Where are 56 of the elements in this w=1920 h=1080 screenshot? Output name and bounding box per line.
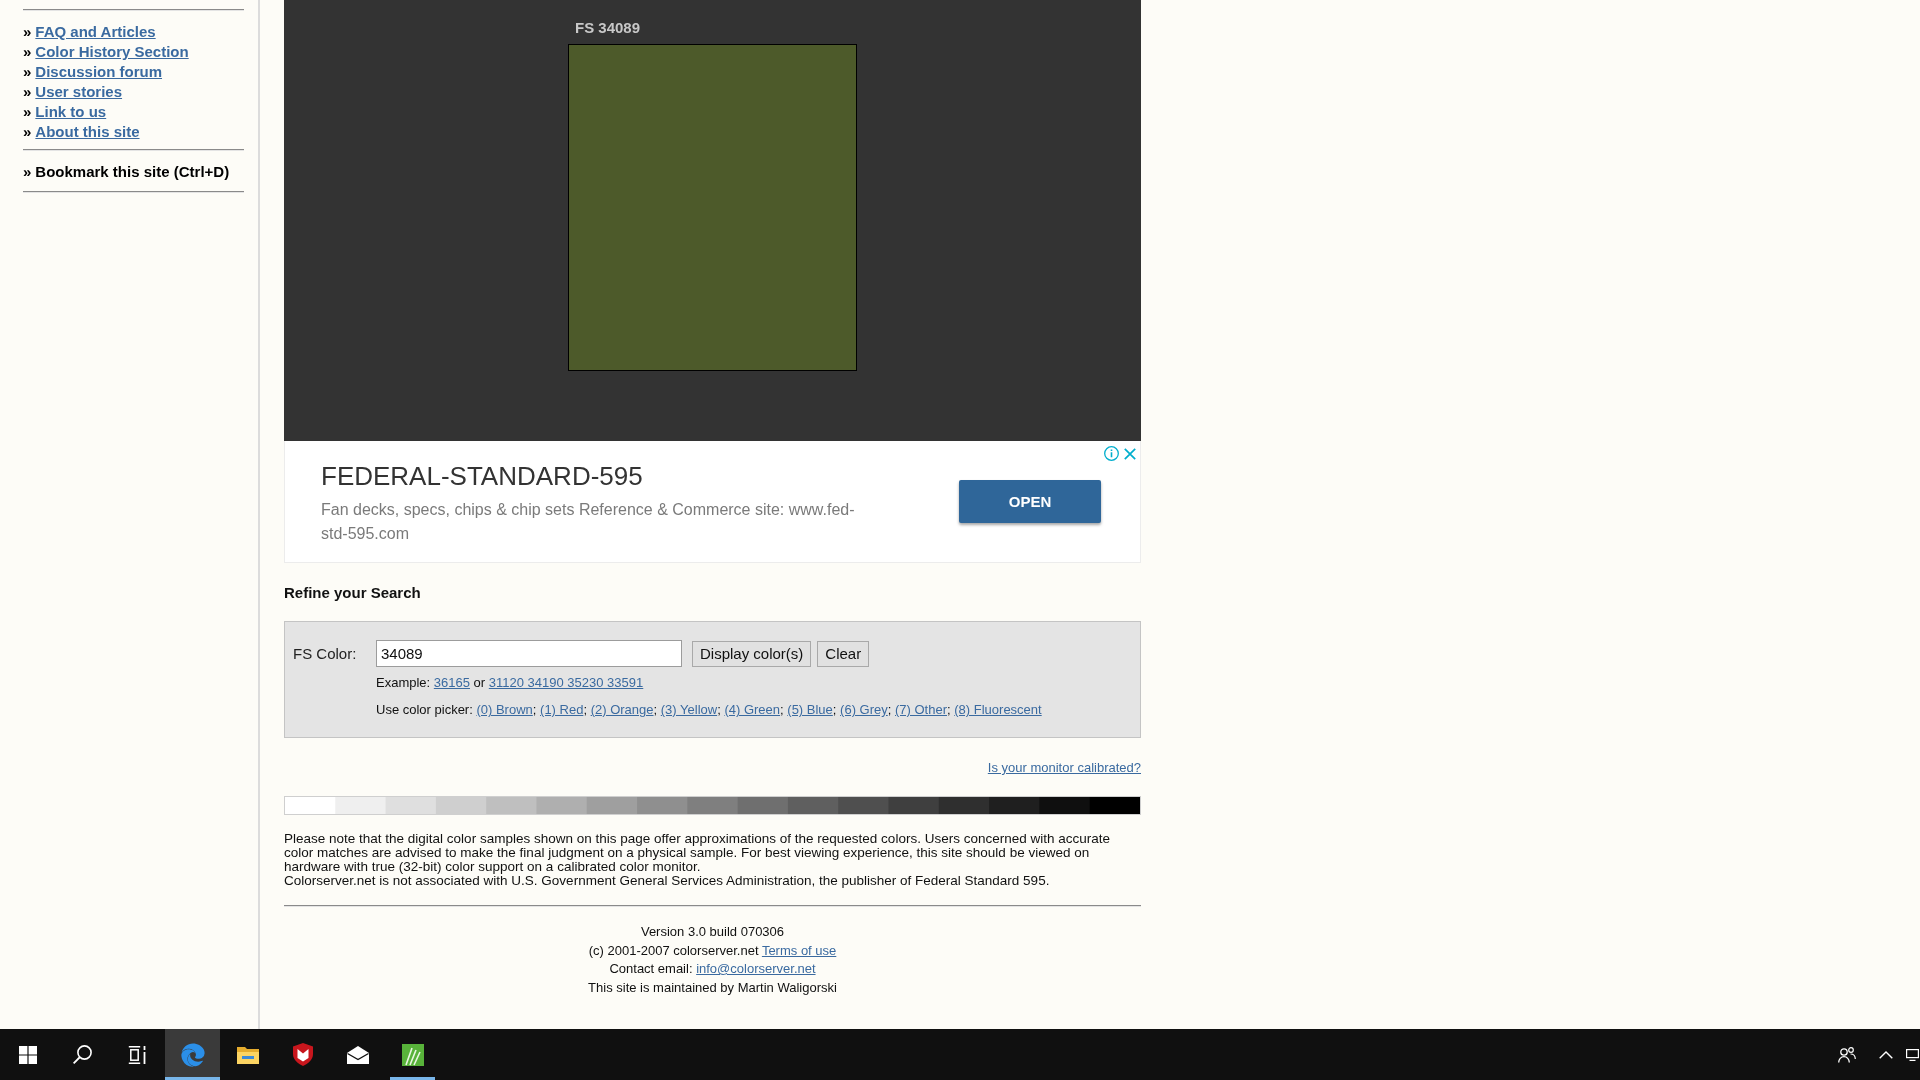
color-group-link[interactable]: (2) Orange	[590, 702, 654, 717]
calibration-link[interactable]: Is your monitor calibrated?	[987, 760, 1141, 776]
color-code-label: FS 34089	[574, 19, 641, 37]
terms-link[interactable]: Terms of use	[761, 942, 837, 958]
task-view-icon	[127, 1045, 148, 1064]
disclaimer-text: Please note that the digital color samples shown on this page offer approximations of the requested colors. Users concerned with accurate color matches are advised to make the final judgment on a physical sample. For best viewing experience, this site should be viewed on hardware with true (32-bit) color support on a calibrated color monitor.	[284, 832, 1111, 874]
copyright-line: (c) 2001-2007 colorserver.net Terms of use	[588, 942, 837, 958]
list-marker: »	[23, 122, 32, 142]
info-icon[interactable]	[1104, 446, 1119, 461]
email-link[interactable]: info@colorserver.net	[696, 961, 816, 976]
ad-description: Fan decks, specs, chips & chip sets Reference & Commerce site: www.fed-std-595.com	[321, 500, 856, 544]
color-group-link[interactable]: (6) Grey	[840, 702, 888, 717]
color-group-link[interactable]: (7) Other	[895, 702, 947, 717]
field-label: FS Color:	[293, 644, 358, 663]
sidebar-link[interactable]: Discussion forum	[35, 62, 163, 82]
sidebar-link[interactable]: About this site	[35, 122, 140, 142]
folder-icon	[236, 1045, 259, 1064]
color-picker-line: Use color picker: (0) Brown; (1) Red; (2) Orange; (3) Yellow; (4) Green; (5) Blue; (6) Grey; (7) Other; (8) Fluorescent	[376, 702, 1043, 718]
list-marker: »	[23, 102, 32, 122]
people-icon	[1838, 1046, 1856, 1063]
sidebar-link[interactable]: FAQ and Articles	[35, 22, 156, 42]
version-text: Version 3.0 build 070306	[640, 924, 785, 939]
list-marker: »	[23, 82, 32, 102]
sidebar-link[interactable]: Color History Section	[35, 42, 189, 62]
list-marker: »	[23, 42, 32, 62]
color-group-link[interactable]: (5) Blue	[787, 702, 833, 717]
maintainer-text: This site is maintained by Martin Waligorski	[588, 979, 837, 995]
color-group-link[interactable]: (8) Fluorescent	[954, 702, 1042, 717]
open-button[interactable]: OPEN	[959, 480, 1101, 523]
envelope-icon	[346, 1045, 369, 1064]
ad-title: FEDERAL-STANDARD-595	[321, 460, 644, 492]
windows-logo-icon	[18, 1045, 37, 1064]
striped-tile-icon	[401, 1043, 424, 1066]
color-code-input[interactable]: 34089	[376, 640, 682, 667]
sidebar-link[interactable]: Link to us	[35, 102, 107, 122]
list-marker: »	[23, 62, 32, 82]
example-link[interactable]: 36165	[433, 675, 470, 690]
swirl-logo-icon	[180, 1042, 205, 1067]
close-icon[interactable]	[1124, 447, 1136, 460]
list-marker: »	[23, 22, 32, 42]
section-heading: Refine your Search	[284, 584, 422, 602]
example-link[interactable]: 31120 34190 35230 33591	[488, 675, 644, 690]
clear-button[interactable]: Clear	[817, 640, 870, 667]
display-button[interactable]: Display color(s)	[692, 640, 812, 667]
list-marker: »	[23, 162, 32, 182]
contact-line: Contact email: info@colorserver.net	[609, 961, 816, 976]
sidebar-link[interactable]: User stories	[35, 82, 123, 102]
search-icon	[73, 1045, 92, 1064]
color-group-link[interactable]: (0) Brown	[476, 702, 533, 717]
monitor-icon	[1906, 1048, 1919, 1061]
disclaimer-text: Colorserver.net is not associated with U.S. Government General Services Administration, the publisher of Federal Standard 595.	[284, 874, 1051, 888]
example-line: Example: 36165 or 31120 34190 35230 33591	[376, 675, 645, 691]
chevron-up-icon	[1879, 1050, 1893, 1059]
color-group-link[interactable]: (4) Green	[724, 702, 781, 717]
bookmark-hint: Bookmark this site (Ctrl+D)	[35, 162, 230, 182]
shield-icon	[292, 1043, 313, 1066]
